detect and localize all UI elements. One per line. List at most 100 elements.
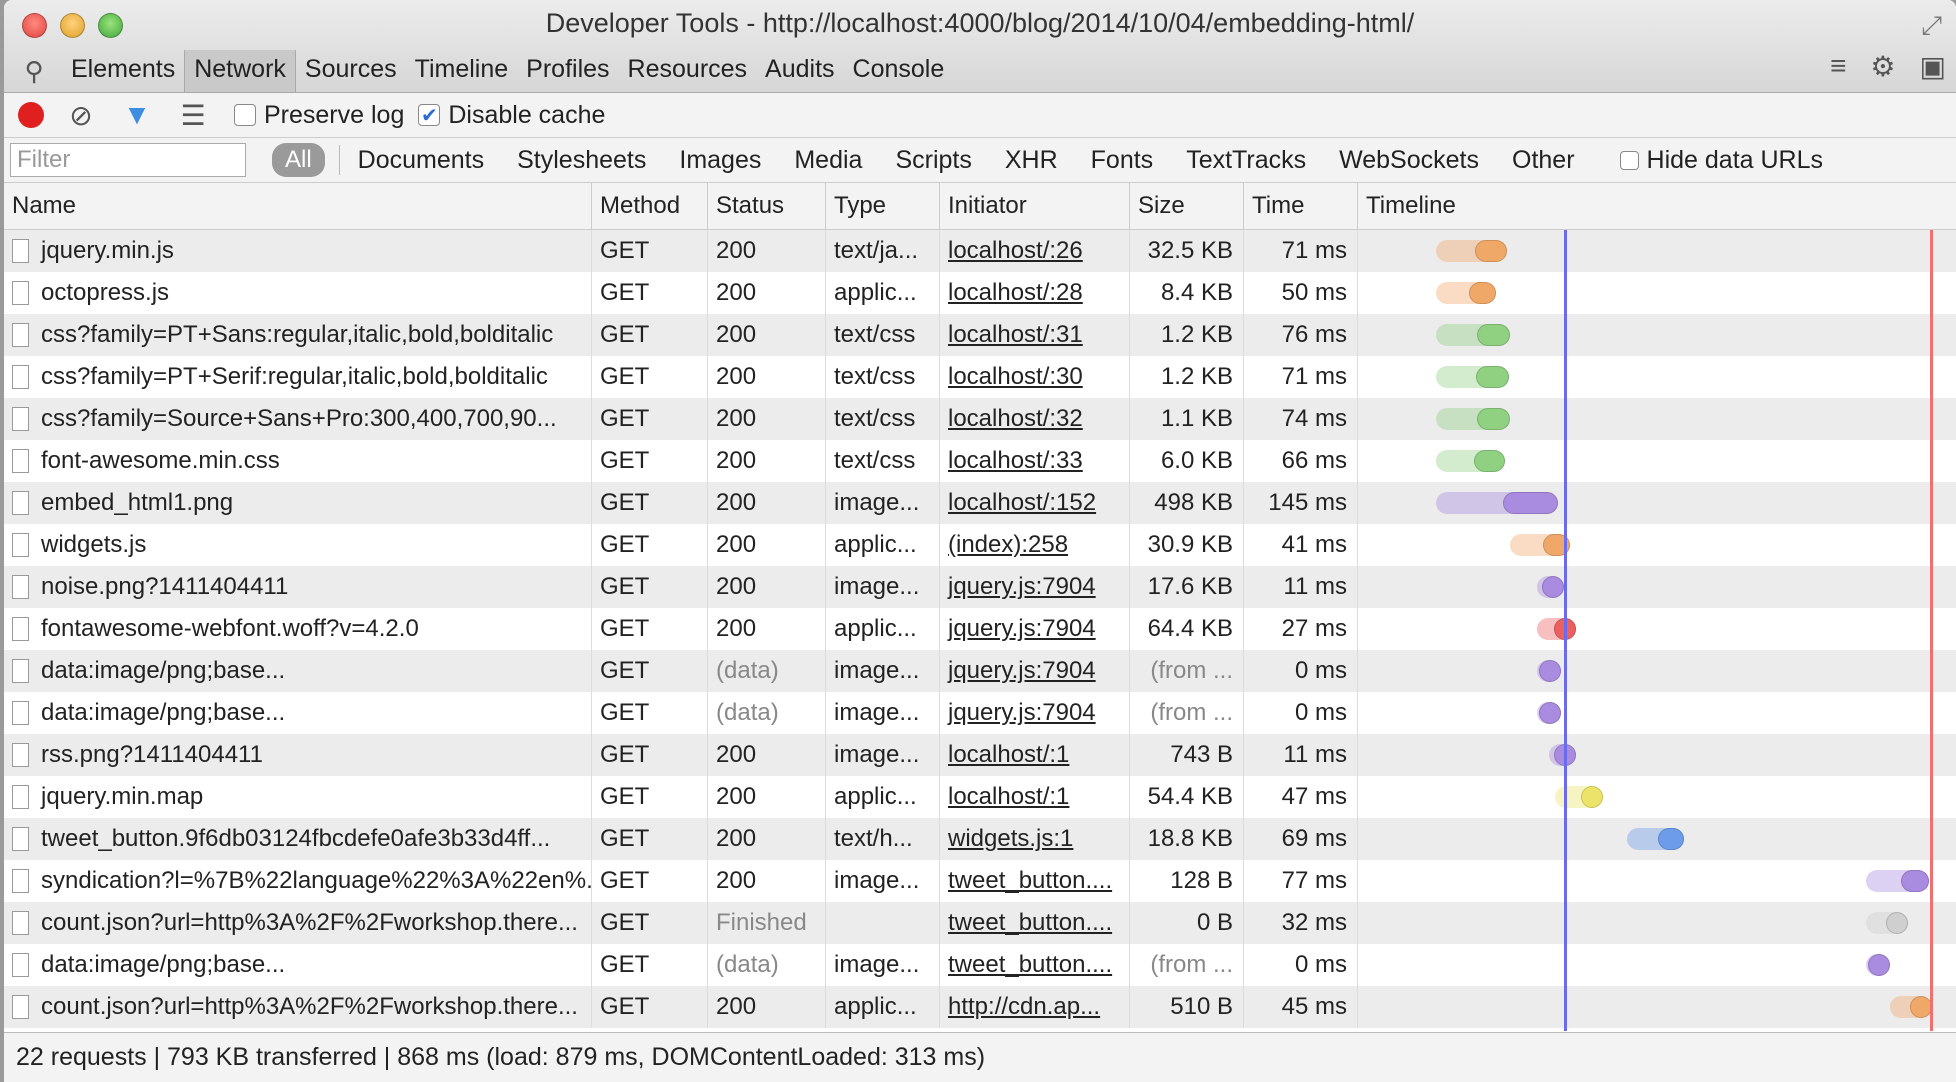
hide-data-urls[interactable]: Hide data URLs xyxy=(1619,146,1823,175)
filter-icon[interactable]: ▼ xyxy=(122,99,152,131)
table-row[interactable]: noise.png?1411404411 GET 200 image... jquery… xyxy=(4,566,1956,608)
initiator-link[interactable]: localhost/:26 xyxy=(948,237,1083,264)
clear-icon[interactable]: ⊘ xyxy=(66,99,96,132)
request-name[interactable]: count.json?url=http%3A%2F%2Fworkshop.the… xyxy=(4,986,592,1028)
dock-icon[interactable]: ▣ xyxy=(1920,50,1946,83)
table-row[interactable]: rss.png?1411404411 GET 200 image... localhos… xyxy=(4,734,1956,776)
initiator-link[interactable]: jquery.js:7904 xyxy=(948,615,1096,642)
request-name[interactable]: noise.png?1411404411 xyxy=(4,566,592,608)
table-row[interactable]: fontawesome-webfont.woff?v=4.2.0 GET 200 ap… xyxy=(4,608,1956,650)
tab-network[interactable]: Network xyxy=(184,50,296,92)
request-name[interactable]: fontawesome-webfont.woff?v=4.2.0 xyxy=(4,608,592,650)
column-size[interactable]: Size xyxy=(1130,183,1244,229)
request-status: 200 xyxy=(708,230,826,272)
request-name[interactable]: css?family=PT+Sans:regular,italic,bold,b… xyxy=(4,314,592,356)
initiator-link[interactable]: (index):258 xyxy=(948,531,1068,558)
tab-console[interactable]: Console xyxy=(844,50,954,92)
console-drawer-icon[interactable]: ≡ xyxy=(1830,50,1846,83)
filter-type-images[interactable]: Images xyxy=(679,146,761,175)
table-row[interactable]: css?family=PT+Serif:regular,italic,bold,… xyxy=(4,356,1956,398)
initiator-link[interactable]: tweet_button.... xyxy=(948,867,1112,894)
tab-sources[interactable]: Sources xyxy=(296,50,406,92)
inspect-search-icon[interactable]: ⚲ xyxy=(14,56,54,87)
filter-type-other[interactable]: Other xyxy=(1512,146,1575,175)
initiator-link[interactable]: localhost/:152 xyxy=(948,489,1096,516)
request-name[interactable]: data:image/png;base... xyxy=(4,650,592,692)
request-name[interactable]: data:image/png;base... xyxy=(4,692,592,734)
table-row[interactable]: jquery.min.js GET 200 text/ja... localhost/:… xyxy=(4,230,1956,272)
table-row[interactable]: data:image/png;base... GET (data) image... j… xyxy=(4,650,1956,692)
table-row[interactable]: css?family=Source+Sans+Pro:300,400,700,9… xyxy=(4,398,1956,440)
table-row[interactable]: octopress.js GET 200 applic... localhost/:28… xyxy=(4,272,1956,314)
initiator-link[interactable]: localhost/:33 xyxy=(948,447,1083,474)
request-name[interactable]: css?family=PT+Serif:regular,italic,bold,… xyxy=(4,356,592,398)
column-name[interactable]: Name xyxy=(4,183,592,229)
table-row[interactable]: count.json?url=http%3A%2F%2Fworkshop.the… xyxy=(4,986,1956,1028)
initiator-link[interactable]: http://cdn.ap... xyxy=(948,993,1100,1020)
column-type[interactable]: Type xyxy=(826,183,940,229)
table-row[interactable]: data:image/png;base... GET (data) image... j… xyxy=(4,692,1956,734)
request-name[interactable]: octopress.js xyxy=(4,272,592,314)
fullscreen-icon[interactable]: ⤢ xyxy=(1921,10,1942,42)
tab-timeline[interactable]: Timeline xyxy=(406,50,518,92)
filter-input[interactable] xyxy=(10,143,246,177)
initiator-link[interactable]: localhost/:32 xyxy=(948,405,1083,432)
initiator-link[interactable]: tweet_button.... xyxy=(948,951,1112,978)
table-row[interactable]: tweet_button.9f6db03124fbcdefe0afe3b33d4… xyxy=(4,818,1956,860)
request-name[interactable]: jquery.min.js xyxy=(4,230,592,272)
table-row[interactable]: data:image/png;base... GET (data) image... t… xyxy=(4,944,1956,986)
request-name[interactable]: syndication?l=%7B%22language%22%3A%22en%… xyxy=(4,860,592,902)
record-button[interactable] xyxy=(18,102,44,128)
tab-resources[interactable]: Resources xyxy=(619,50,757,92)
filter-all-button[interactable]: All xyxy=(272,143,325,177)
column-time[interactable]: Time xyxy=(1244,183,1358,229)
initiator-link[interactable]: jquery.js:7904 xyxy=(948,573,1096,600)
column-method[interactable]: Method xyxy=(592,183,708,229)
request-name[interactable]: jquery.min.map xyxy=(4,776,592,818)
tab-elements[interactable]: Elements xyxy=(62,50,184,92)
filter-type-websockets[interactable]: WebSockets xyxy=(1339,146,1479,175)
table-row[interactable]: widgets.js GET 200 applic... (index):258 30.9… xyxy=(4,524,1956,566)
request-name[interactable]: css?family=Source+Sans+Pro:300,400,700,9… xyxy=(4,398,592,440)
table-row[interactable]: embed_html1.png GET 200 image... localhost/:… xyxy=(4,482,1956,524)
request-name[interactable]: widgets.js xyxy=(4,524,592,566)
request-name[interactable]: data:image/png;base... xyxy=(4,944,592,986)
table-row[interactable]: count.json?url=http%3A%2F%2Fworkshop.the… xyxy=(4,902,1956,944)
filter-type-media[interactable]: Media xyxy=(794,146,862,175)
filter-type-scripts[interactable]: Scripts xyxy=(895,146,971,175)
initiator-link[interactable]: localhost/:1 xyxy=(948,783,1069,810)
table-row[interactable]: syndication?l=%7B%22language%22%3A%22en%… xyxy=(4,860,1956,902)
disable-cache-checkbox[interactable]: ✔ xyxy=(418,104,441,127)
request-status: (data) xyxy=(708,944,826,986)
request-name[interactable]: tweet_button.9f6db03124fbcdefe0afe3b33d4… xyxy=(4,818,592,860)
filter-type-fonts[interactable]: Fonts xyxy=(1091,146,1154,175)
preserve-log-checkbox[interactable] xyxy=(234,104,256,126)
filter-type-texttracks[interactable]: TextTracks xyxy=(1186,146,1306,175)
initiator-link[interactable]: localhost/:28 xyxy=(948,279,1083,306)
gear-icon[interactable]: ⚙ xyxy=(1870,50,1895,83)
filter-type-stylesheets[interactable]: Stylesheets xyxy=(517,146,646,175)
filter-type-xhr[interactable]: XHR xyxy=(1005,146,1058,175)
initiator-link[interactable]: widgets.js:1 xyxy=(948,825,1073,852)
initiator-link[interactable]: jquery.js:7904 xyxy=(948,657,1096,684)
initiator-link[interactable]: localhost/:30 xyxy=(948,363,1083,390)
request-name[interactable]: embed_html1.png xyxy=(4,482,592,524)
table-row[interactable]: css?family=PT+Sans:regular,italic,bold,b… xyxy=(4,314,1956,356)
initiator-link[interactable]: localhost/:31 xyxy=(948,321,1083,348)
request-name[interactable]: font-awesome.min.css xyxy=(4,440,592,482)
hide-data-urls-checkbox[interactable] xyxy=(1619,150,1639,170)
request-name[interactable]: rss.png?1411404411 xyxy=(4,734,592,776)
tab-profiles[interactable]: Profiles xyxy=(517,50,618,92)
filter-type-documents[interactable]: Documents xyxy=(358,146,484,175)
request-name[interactable]: count.json?url=http%3A%2F%2Fworkshop.the… xyxy=(4,902,592,944)
tab-audits[interactable]: Audits xyxy=(756,50,843,92)
initiator-link[interactable]: jquery.js:7904 xyxy=(948,699,1096,726)
column-initiator[interactable]: Initiator xyxy=(940,183,1130,229)
initiator-link[interactable]: localhost/:1 xyxy=(948,741,1069,768)
large-rows-icon[interactable]: ☰ xyxy=(178,99,208,132)
table-row[interactable]: font-awesome.min.css GET 200 text/css localh… xyxy=(4,440,1956,482)
column-status[interactable]: Status xyxy=(708,183,826,229)
table-row[interactable]: jquery.min.map GET 200 applic... localhost/:… xyxy=(4,776,1956,818)
column-timeline[interactable]: Timeline xyxy=(1358,183,1956,229)
initiator-link[interactable]: tweet_button.... xyxy=(948,909,1112,936)
